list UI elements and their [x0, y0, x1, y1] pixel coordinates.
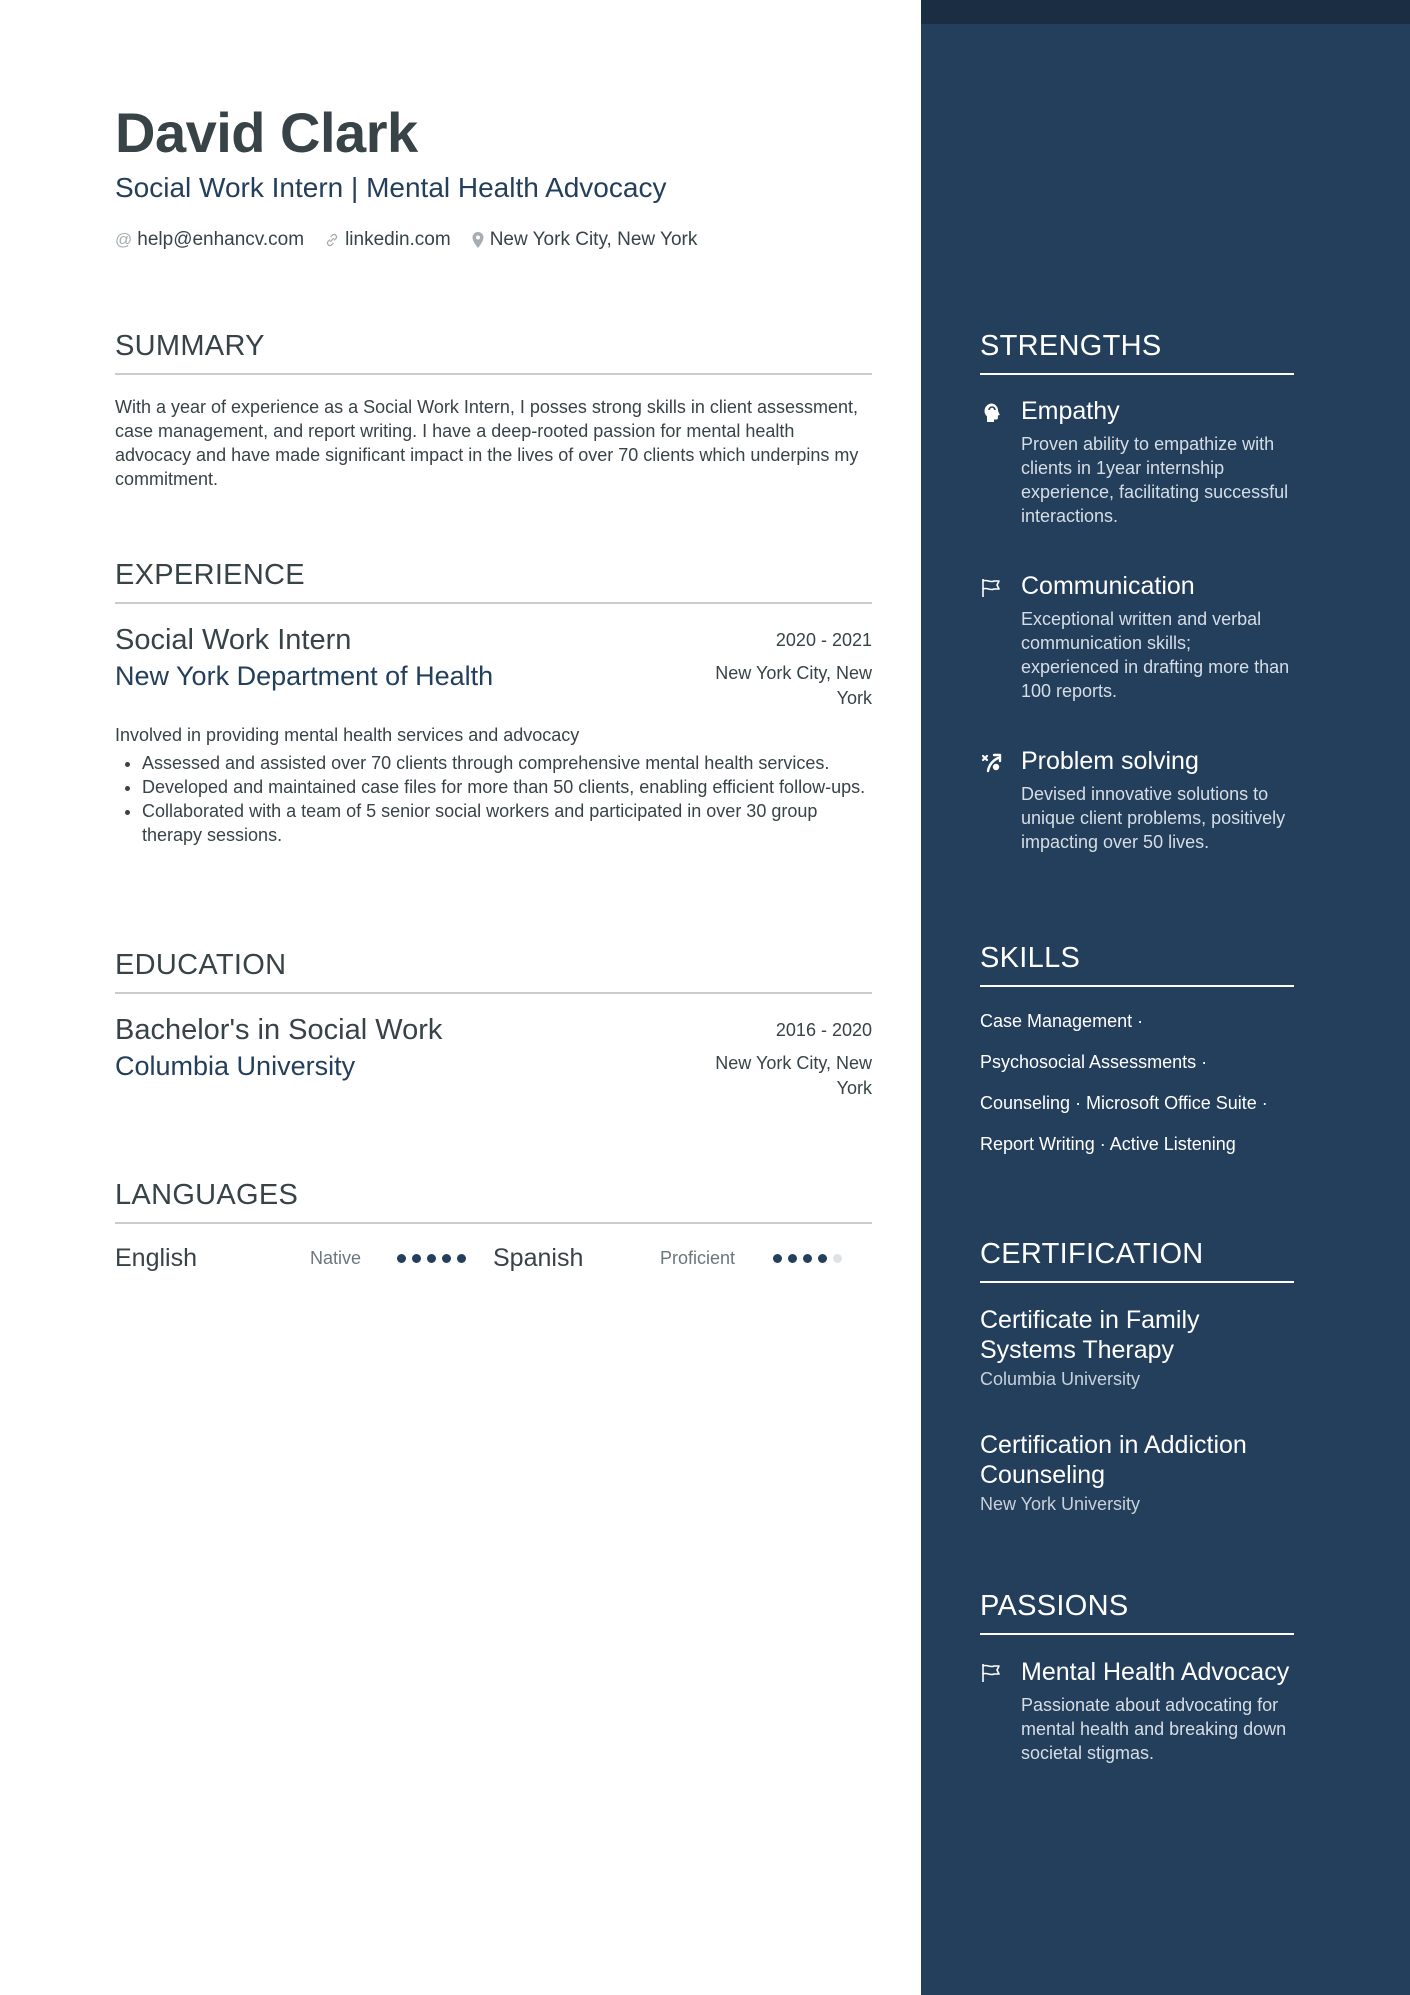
- rating-dot-filled: [457, 1254, 466, 1263]
- contact-location: New York City, New York: [471, 229, 698, 251]
- job-dates: 2020 - 2021: [775, 630, 872, 650]
- contact-email[interactable]: @ help@enhancv.com: [115, 229, 304, 251]
- certification-item: Certification in Addiction Counseling Ne…: [980, 1430, 1294, 1515]
- strength-description: Devised innovative solutions to unique c…: [1021, 784, 1286, 852]
- certification-title: Certification in Addiction Counseling: [980, 1431, 1247, 1489]
- job-organization: New York Department of Health: [115, 661, 494, 691]
- skills-heading: SKILLS: [980, 942, 1294, 987]
- certification-section: CERTIFICATION Certificate in Family Syst…: [980, 1238, 1294, 1515]
- certification-heading: CERTIFICATION: [980, 1238, 1294, 1283]
- summary-section: SUMMARY With a year of experience as a S…: [115, 330, 872, 491]
- summary-text: With a year of experience as a Social Wo…: [115, 397, 859, 489]
- rating-dot-filled: [442, 1254, 451, 1263]
- strength-title: Problem solving: [1021, 747, 1199, 775]
- contact-location-text: New York City, New York: [489, 229, 698, 250]
- language-rating: [397, 1254, 472, 1263]
- skill-line: Psychosocial Assessments ·: [980, 1052, 1208, 1072]
- job-bullet: Collaborated with a team of 5 senior soc…: [142, 799, 872, 847]
- experience-item: Social Work Intern 2020 - 2021 New York …: [115, 624, 872, 847]
- strength-title: Communication: [1021, 572, 1195, 600]
- strengths-section: STRENGTHS Empathy Proven ability to empa…: [980, 330, 1294, 854]
- passion-description: Passionate about advocating for mental h…: [1021, 1695, 1287, 1763]
- language-level: Proficient: [660, 1248, 736, 1268]
- contact-linkedin-text: linkedin.com: [345, 229, 451, 250]
- candidate-name: David Clark: [115, 101, 418, 164]
- sidebar-top-band: [921, 0, 1410, 24]
- experience-section: EXPERIENCE Social Work Intern 2020 - 202…: [115, 559, 872, 847]
- language-name: English: [115, 1244, 197, 1272]
- rating-dot-filled: [427, 1254, 436, 1263]
- flag-icon: [980, 576, 1004, 600]
- experience-heading: EXPERIENCE: [115, 559, 872, 604]
- languages-section: LANGUAGES English Native Spanish Profici…: [115, 1179, 872, 1273]
- degree: Bachelor's in Social Work: [115, 1014, 443, 1046]
- skills-list: Case Management · Psychosocial Assessmen…: [980, 1001, 1294, 1165]
- rating-dot-filled: [397, 1254, 406, 1263]
- rating-dot-empty: [833, 1254, 842, 1263]
- skill-line: Case Management ·: [980, 1011, 1144, 1031]
- strength-title: Empathy: [1021, 397, 1120, 425]
- rating-dot-filled: [412, 1254, 421, 1263]
- education-dates: 2016 - 2020: [775, 1020, 872, 1040]
- contact-email-text: help@enhancv.com: [137, 229, 305, 250]
- job-bullet: Developed and maintained case files for …: [142, 775, 872, 799]
- job-bullets: Assessed and assisted over 70 clients th…: [115, 751, 872, 847]
- rating-dot-filled: [803, 1254, 812, 1263]
- rating-dot-filled: [773, 1254, 782, 1263]
- head-icon: [980, 401, 1004, 425]
- school: Columbia University: [115, 1051, 356, 1081]
- strength-item: Communication Exceptional written and ve…: [980, 572, 1294, 703]
- language-item: Spanish Proficient: [493, 1244, 871, 1273]
- skill-line: Report Writing · Active Listening: [980, 1134, 1236, 1154]
- summary-heading: SUMMARY: [115, 330, 872, 375]
- strength-description: Exceptional written and verbal communica…: [1021, 609, 1290, 701]
- languages-list: English Native Spanish Proficient: [115, 1244, 872, 1273]
- languages-heading: LANGUAGES: [115, 1179, 872, 1224]
- language-name: Spanish: [493, 1244, 584, 1272]
- link-icon: [324, 232, 340, 248]
- strength-item: Empathy Proven ability to empathize with…: [980, 397, 1294, 528]
- job-role: Social Work Intern: [115, 624, 352, 656]
- strength-description: Proven ability to empathize with clients…: [1021, 434, 1289, 526]
- skill-line: Counseling · Microsoft Office Suite ·: [980, 1093, 1268, 1113]
- job-description: Involved in providing mental health serv…: [115, 725, 580, 745]
- language-rating: [773, 1254, 848, 1263]
- candidate-title: Social Work Intern | Mental Health Advoc…: [115, 172, 667, 203]
- strength-item: Problem solving Devised innovative solut…: [980, 747, 1294, 854]
- skills-section: SKILLS Case Management · Psychosocial As…: [980, 942, 1294, 1165]
- education-heading: EDUCATION: [115, 949, 872, 994]
- certification-item: Certificate in Family Systems Therapy Co…: [980, 1305, 1294, 1390]
- at-icon: @: [115, 230, 133, 249]
- contact-linkedin[interactable]: linkedin.com: [324, 229, 451, 251]
- certification-issuer: Columbia University: [980, 1369, 1141, 1389]
- passion-title: Mental Health Advocacy: [1021, 1658, 1290, 1686]
- education-item: Bachelor's in Social Work 2016 - 2020 Co…: [115, 1014, 872, 1101]
- strengths-heading: STRENGTHS: [980, 330, 1294, 375]
- language-item: English Native: [115, 1244, 493, 1273]
- location-pin-icon: [471, 231, 485, 249]
- contact-bar: @ help@enhancv.com linkedin.com New York…: [115, 229, 717, 251]
- flag-icon: [980, 1661, 1004, 1685]
- main-column: David Clark Social Work Intern | Mental …: [0, 0, 921, 1995]
- rating-dot-filled: [788, 1254, 797, 1263]
- job-location: New York City, New York: [715, 663, 872, 708]
- education-location: New York City, New York: [715, 1053, 872, 1098]
- passion-item: Mental Health Advocacy Passionate about …: [980, 1657, 1294, 1765]
- education-section: EDUCATION Bachelor's in Social Work 2016…: [115, 949, 872, 1101]
- passions-section: PASSIONS Mental Health Advocacy Passiona…: [980, 1590, 1294, 1765]
- strategy-icon: [980, 751, 1004, 775]
- language-level: Native: [310, 1248, 362, 1268]
- certification-issuer: New York University: [980, 1494, 1141, 1514]
- job-bullet: Assessed and assisted over 70 clients th…: [142, 751, 872, 775]
- passions-heading: PASSIONS: [980, 1590, 1294, 1635]
- certification-title: Certificate in Family Systems Therapy: [980, 1306, 1200, 1364]
- rating-dot-filled: [818, 1254, 827, 1263]
